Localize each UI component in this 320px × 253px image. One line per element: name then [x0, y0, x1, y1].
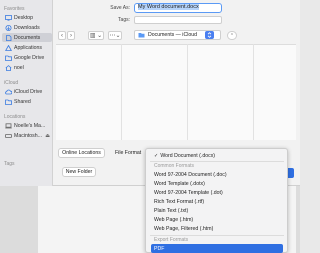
applications-icon [5, 44, 12, 51]
menu-section-export: Export Formats [154, 237, 189, 243]
sidebar-item-label: Desktop [14, 14, 34, 21]
columns-view-icon: ▥ ⌄ [89, 33, 103, 39]
tags-field[interactable] [134, 16, 222, 24]
expand-button[interactable]: ⌃ [227, 31, 237, 40]
location-arrows-icon[interactable] [205, 31, 214, 39]
format-option-htm-filtered[interactable]: Web Page, Filtered (.htm) [151, 224, 283, 233]
save-as-label: Save As: [110, 5, 130, 11]
file-browser[interactable] [56, 44, 296, 140]
menu-section-common: Common Formats [154, 163, 195, 169]
sidebar-section-icloud: iCloud [4, 80, 19, 86]
downloads-icon [5, 24, 12, 31]
sidebar-item-label: Google Drive [14, 54, 45, 61]
chevron-up-icon: ⌃ [229, 32, 235, 39]
sidebar-item-mac[interactable]: Noelle's Ma... [2, 121, 52, 130]
disk-icon [5, 133, 12, 139]
home-icon [5, 64, 12, 71]
laptop-icon [5, 122, 12, 129]
forward-button[interactable]: › [67, 31, 75, 40]
view-mode-button[interactable]: ▥ ⌄ [88, 31, 104, 40]
eject-icon[interactable]: ⏏ [45, 133, 50, 139]
sidebar-item-label: Noelle's Ma... [14, 122, 46, 129]
sidebar-item-label: Downloads [14, 24, 40, 31]
format-option-docx[interactable]: ✓ Word Document (.docx) [151, 151, 283, 160]
format-option-htm[interactable]: Web Page (.htm) [151, 215, 283, 224]
sidebar-section-favorites: Favorites [4, 6, 25, 12]
sidebar-item-applications[interactable]: Applications [2, 43, 52, 52]
menu-separator [150, 235, 284, 236]
sidebar-item-shared[interactable]: Shared [2, 97, 52, 106]
format-option-dot[interactable]: Word 97-2004 Template (.dot) [151, 188, 283, 197]
sidebar-section-locations: Locations [4, 114, 26, 120]
sidebar-item-desktop[interactable]: Desktop [2, 13, 52, 22]
sidebar-item-label: Documents [14, 34, 41, 41]
sidebar-item-label: Applications [14, 44, 42, 51]
online-locations-button[interactable]: Online Locations [58, 148, 105, 158]
sidebar-item-documents[interactable]: Documents [2, 33, 52, 42]
back-button[interactable]: ‹ [58, 31, 66, 40]
sidebar-item-downloads[interactable]: Downloads [2, 23, 52, 32]
menu-separator [150, 161, 284, 162]
sidebar-section-tags: Tags [4, 161, 15, 167]
format-option-dotx[interactable]: Word Template (.dotx) [151, 179, 283, 188]
folder-icon [138, 32, 145, 38]
file-format-menu[interactable]: ✓ Word Document (.docx) Common Formats W… [145, 148, 288, 253]
format-option-txt[interactable]: Plain Text (.txt) [151, 206, 283, 215]
shared-folder-icon [5, 99, 12, 105]
column-divider [121, 44, 122, 140]
tags-label: Tags: [118, 17, 130, 23]
sidebar-item-google-drive[interactable]: Google Drive [2, 53, 52, 62]
chevron-left-icon: ‹ [61, 32, 63, 39]
location-value: Documents — iCloud [148, 32, 198, 38]
desktop-icon [5, 14, 12, 21]
google-drive-icon [5, 55, 12, 61]
format-option-rtf[interactable]: Rich Text Format (.rtf) [151, 197, 283, 206]
icloud-drive-icon [5, 89, 12, 95]
format-option-pdf[interactable]: PDF [151, 244, 283, 253]
sidebar: Favorites Desktop Downloads Documents Ap… [0, 0, 53, 186]
format-option-label: Word Document (.docx) [160, 152, 216, 159]
sidebar-item-label: iCloud Drive [14, 88, 43, 95]
sidebar-item-label: Shared [14, 98, 31, 105]
group-button[interactable]: ⋯⌄ [108, 31, 122, 40]
save-as-field[interactable]: My Word document.docx [134, 3, 222, 13]
file-format-label: File Format [115, 150, 142, 156]
sidebar-item-label: Macintosh... [14, 132, 42, 139]
sidebar-item-label: noel [14, 64, 24, 71]
sidebar-item-macintosh-hd[interactable]: Macintosh... ⏏ [2, 131, 52, 140]
format-option-doc[interactable]: Word 97-2004 Document (.doc) [151, 170, 283, 179]
save-as-value: My Word document.docx [138, 4, 199, 10]
sidebar-item-home[interactable]: noel [2, 63, 52, 72]
checkmark-icon: ✓ [154, 152, 159, 159]
documents-icon [5, 34, 12, 41]
chevron-right-icon: › [70, 32, 72, 39]
new-folder-button[interactable]: New Folder [62, 167, 96, 177]
sidebar-item-icloud-drive[interactable]: iCloud Drive [2, 87, 52, 96]
group-icon: ⋯⌄ [109, 33, 121, 39]
column-divider [187, 44, 188, 140]
column-divider [253, 44, 254, 140]
